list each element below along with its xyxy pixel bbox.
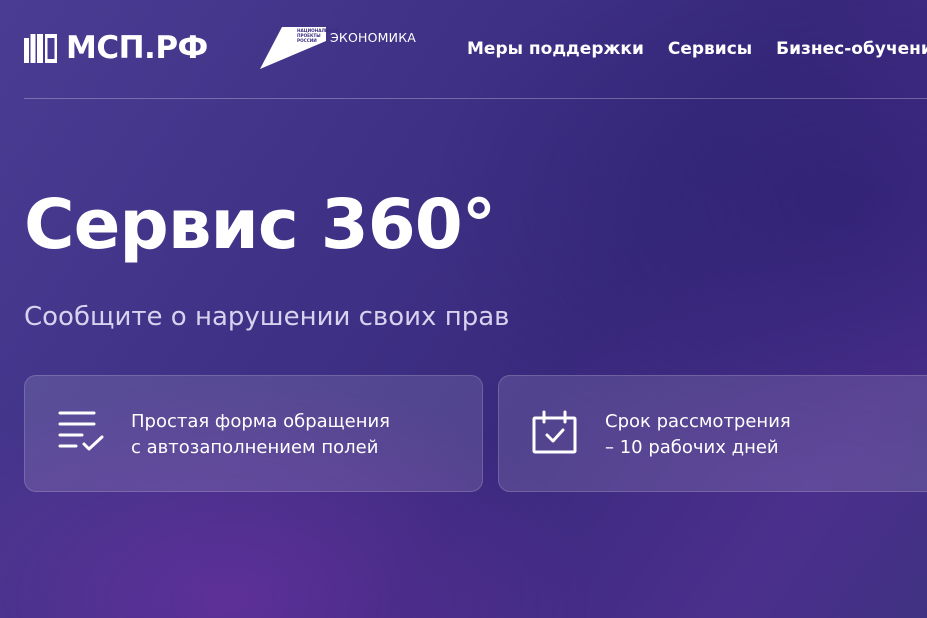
nav-item-support-measures[interactable]: Меры поддержки — [467, 38, 644, 60]
logo-text: МСП.РФ — [66, 30, 208, 66]
feature-text-review-period: Срок рассмотрения – 10 рабочих дней — [605, 409, 791, 461]
feature-card-review-period: Срок рассмотрения – 10 рабочих дней — [498, 375, 927, 492]
msp-logo-mark-icon — [24, 34, 57, 63]
calendar-check-icon — [532, 410, 577, 454]
feature-line-2: – 10 рабочих дней — [605, 437, 779, 458]
feature-line-1: Срок рассмотрения — [605, 411, 791, 432]
page-title: Сервис 360° — [24, 185, 496, 265]
page-subtitle: Сообщите о нарушении своих прав — [24, 302, 510, 332]
checklist-icon — [58, 411, 104, 451]
feature-line-1: Простая форма обращения — [131, 411, 390, 432]
site-header: МСП.РФ НАЦИОНАЛЬНЫЕ ПРОЕКТЫ РОССИИ ЭКОНО… — [0, 0, 927, 98]
nav-item-business-training[interactable]: Бизнес-обучение — [776, 38, 927, 60]
national-project-caption: ЭКОНОМИКА — [330, 30, 417, 45]
feature-card-simple-form: Простая форма обращения с автозаполнение… — [24, 375, 483, 492]
nav-item-services[interactable]: Сервисы — [668, 38, 752, 60]
feature-text-simple-form: Простая форма обращения с автозаполнение… — [131, 409, 390, 461]
national-projects-logo-text: НАЦИОНАЛЬНЫЕ ПРОЕКТЫ РОССИИ — [297, 28, 339, 43]
main-nav: Меры поддержки Сервисы Бизнес-обучение — [467, 38, 927, 60]
header-divider — [24, 98, 927, 99]
feature-line-2: с автозаполнением полей — [131, 437, 379, 458]
msp-logo[interactable]: МСП.РФ — [24, 33, 208, 64]
